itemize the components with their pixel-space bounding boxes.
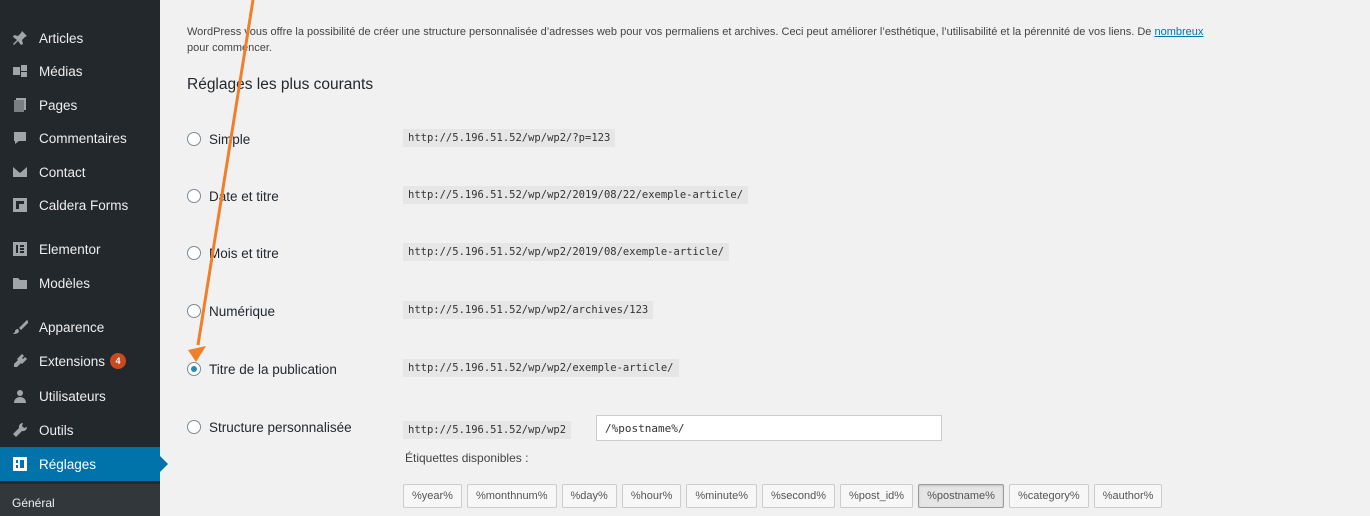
mail-icon bbox=[10, 162, 30, 182]
tag-minute-button[interactable]: %minute% bbox=[686, 484, 757, 508]
url-example: http://5.196.51.52/wp/wp2/?p=123 bbox=[403, 129, 616, 147]
option-month-title[interactable]: Mois et titre bbox=[187, 241, 279, 265]
option-label: Structure personnalisée bbox=[209, 419, 352, 435]
option-label: Titre de la publication bbox=[209, 361, 337, 377]
submenu-item-general[interactable]: Général bbox=[12, 496, 55, 510]
sidebar-item-pages[interactable]: Pages bbox=[0, 88, 160, 122]
radio-month-title[interactable] bbox=[187, 246, 201, 260]
url-example: http://5.196.51.52/wp/wp2/exemple-articl… bbox=[403, 359, 679, 377]
sidebar-item-label: Utilisateurs bbox=[39, 388, 106, 404]
plugin-icon bbox=[10, 351, 30, 371]
sidebar-item-modeles[interactable]: Modèles bbox=[0, 266, 160, 300]
sidebar-item-apparence[interactable]: Apparence bbox=[0, 310, 160, 344]
option-custom-structure[interactable]: Structure personnalisée bbox=[187, 415, 352, 439]
sidebar-item-label: Extensions bbox=[39, 353, 106, 369]
option-simple[interactable]: Simple bbox=[187, 127, 250, 151]
tag-second-button[interactable]: %second% bbox=[761, 484, 836, 508]
tag-category-button[interactable]: %category% bbox=[1008, 484, 1089, 508]
tag-post-id-button[interactable]: %post_id% bbox=[840, 484, 914, 508]
sidebar-item-label: Apparence bbox=[39, 319, 105, 335]
option-label: Mois et titre bbox=[209, 245, 279, 261]
intro-link[interactable]: nombreux bbox=[1154, 26, 1203, 38]
tag-author-button[interactable]: %author% bbox=[1093, 484, 1163, 508]
radio-custom-structure[interactable] bbox=[187, 420, 201, 434]
sidebar-item-caldera-forms[interactable]: Caldera Forms bbox=[0, 188, 160, 222]
radio-numeric[interactable] bbox=[187, 304, 201, 318]
admin-sidebar: Articles Médias Pages Commentaires Conta… bbox=[0, 0, 168, 516]
radio-post-name[interactable] bbox=[187, 362, 201, 376]
pages-icon bbox=[10, 95, 30, 115]
wrench-icon bbox=[10, 420, 30, 440]
sidebar-item-label: Caldera Forms bbox=[39, 197, 129, 213]
sidebar-item-extensions[interactable]: Extensions 4 bbox=[0, 344, 160, 378]
tag-day-button[interactable]: %day% bbox=[561, 484, 617, 508]
settings-submenu: Général bbox=[0, 484, 160, 516]
intro-continuation: pour commencer. bbox=[187, 42, 272, 54]
sidebar-item-label: Outils bbox=[39, 422, 74, 438]
section-title: Réglages les plus courants bbox=[187, 76, 374, 93]
sidebar-item-contact[interactable]: Contact bbox=[0, 155, 160, 189]
url-example: http://5.196.51.52/wp/wp2/2019/08/exempl… bbox=[403, 243, 730, 261]
available-tags-label: Étiquettes disponibles : bbox=[405, 451, 529, 465]
sidebar-item-medias[interactable]: Médias bbox=[0, 54, 160, 88]
sidebar-item-commentaires[interactable]: Commentaires bbox=[0, 121, 160, 155]
media-icon bbox=[10, 61, 30, 81]
intro-paragraph: WordPress vous offre la possibilité de c… bbox=[187, 26, 1155, 38]
sidebar-item-label: Pages bbox=[39, 97, 78, 113]
sidebar-item-label: Commentaires bbox=[39, 130, 127, 146]
permalink-settings: WordPress vous offre la possibilité de c… bbox=[160, 0, 1370, 516]
available-tags: %year% %monthnum% %day% %hour% %minute% … bbox=[403, 484, 1167, 508]
option-label: Simple bbox=[209, 131, 251, 147]
pin-icon bbox=[10, 28, 30, 48]
settings-icon bbox=[10, 454, 30, 474]
option-label: Numérique bbox=[209, 303, 276, 319]
sidebar-item-label: Modèles bbox=[39, 275, 91, 291]
radio-simple[interactable] bbox=[187, 132, 201, 146]
sidebar-item-elementor[interactable]: Elementor bbox=[0, 232, 160, 266]
brush-icon bbox=[10, 317, 30, 337]
elementor-icon bbox=[10, 239, 30, 259]
users-icon bbox=[10, 386, 30, 406]
sidebar-item-label: Médias bbox=[39, 63, 83, 79]
url-base: http://5.196.51.52/wp/wp2 bbox=[403, 421, 572, 439]
intro-text: WordPress vous offre la possibilité de c… bbox=[187, 24, 1367, 56]
option-label: Date et titre bbox=[209, 188, 279, 204]
sidebar-item-utilisateurs[interactable]: Utilisateurs bbox=[0, 379, 160, 413]
tag-year-button[interactable]: %year% bbox=[403, 484, 462, 508]
url-example: http://5.196.51.52/wp/wp2/2019/08/22/exe… bbox=[403, 186, 749, 204]
url-example: http://5.196.51.52/wp/wp2/archives/123 bbox=[403, 301, 654, 319]
sidebar-item-label: Réglages bbox=[39, 456, 97, 472]
sidebar-item-articles[interactable]: Articles bbox=[0, 21, 160, 55]
option-post-name[interactable]: Titre de la publication bbox=[187, 357, 337, 381]
option-date-title[interactable]: Date et titre bbox=[187, 184, 279, 208]
sidebar-item-label: Elementor bbox=[39, 241, 101, 257]
caldera-icon bbox=[10, 195, 30, 215]
radio-date-title[interactable] bbox=[187, 189, 201, 203]
sidebar-item-reglages[interactable]: Réglages bbox=[0, 447, 168, 481]
option-numeric[interactable]: Numérique bbox=[187, 299, 275, 323]
update-count-badge: 4 bbox=[110, 353, 127, 369]
sidebar-item-label: Articles bbox=[39, 30, 84, 46]
sidebar-item-outils[interactable]: Outils bbox=[0, 413, 160, 447]
tag-monthnum-button[interactable]: %monthnum% bbox=[466, 484, 557, 508]
custom-structure-input[interactable] bbox=[596, 415, 942, 441]
comment-icon bbox=[10, 128, 30, 148]
tag-hour-button[interactable]: %hour% bbox=[621, 484, 682, 508]
sidebar-item-label: Contact bbox=[39, 164, 86, 180]
tag-postname-button[interactable]: %postname% bbox=[918, 484, 1004, 508]
folder-icon bbox=[10, 273, 30, 293]
